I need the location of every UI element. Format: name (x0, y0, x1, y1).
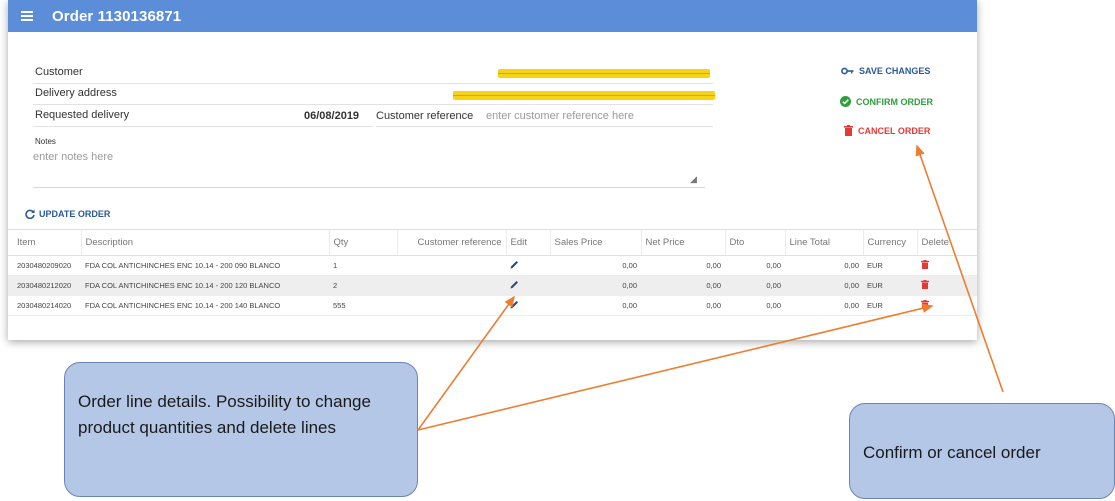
customer-label: Customer (35, 66, 83, 78)
requested-delivery-value[interactable]: 06/08/2019 (304, 110, 359, 122)
confirm-order-label: CONFIRM ORDER (856, 96, 933, 107)
qty-cell[interactable]: 2 (329, 275, 397, 296)
delete-trash-icon[interactable] (921, 280, 929, 291)
item-cell: 2030480212020 (8, 275, 81, 296)
refresh-icon (25, 209, 35, 219)
qty-cell[interactable]: 555 (329, 295, 397, 316)
order-lines-callout: Order line details. Possibility to chang… (64, 362, 418, 497)
customer-reference-cell (397, 295, 506, 316)
line-total-cell: 0,00 (785, 255, 863, 276)
customer-reference-label: Customer reference (376, 110, 474, 122)
order-window: Order 1130136871 Customer Delivery addre… (8, 0, 977, 340)
column-header-currency: Currency (862, 229, 917, 256)
save-changes-label: SAVE CHANGES (859, 66, 931, 76)
cancel-order-label: CANCEL ORDER (858, 125, 931, 136)
description-cell: FDA COL ANTICHINCHES ENC 10.14 - 200 140… (81, 295, 329, 316)
customer-reference-cell (397, 275, 506, 296)
sales-price-cell: 0,00 (550, 275, 641, 296)
column-header-qty: Qty (328, 229, 397, 256)
table-header-row: Item Description Qty Customer reference … (8, 229, 977, 256)
currency-cell: EUR (863, 255, 917, 276)
delivery-address-label: Delivery address (35, 87, 117, 99)
notes-label: Notes (35, 137, 56, 146)
trash-icon (844, 125, 853, 136)
column-header-item: Item (8, 229, 81, 256)
column-header-dto: Dto (724, 229, 785, 256)
update-order-label: UPDATE ORDER (39, 209, 111, 219)
dto-cell: 0,00 (725, 295, 785, 316)
update-order-button[interactable]: UPDATE ORDER (25, 209, 110, 219)
key-icon (841, 67, 854, 75)
dto-cell: 0,00 (725, 255, 785, 276)
customer-reference-cell (397, 255, 506, 276)
column-header-net-price: Net Price (640, 229, 725, 256)
table-row: 2030480209020 FDA COL ANTICHINCHES ENC 1… (8, 255, 977, 276)
description-cell: FDA COL ANTICHINCHES ENC 10.14 - 200 120… (81, 275, 329, 296)
confirm-cancel-callout-text: Confirm or cancel order (863, 443, 1041, 462)
notes-textarea[interactable] (33, 151, 705, 188)
net-price-cell: 0,00 (641, 255, 725, 276)
customer-reference-input[interactable] (486, 108, 706, 124)
column-header-line-total: Line Total (784, 229, 863, 256)
edit-pencil-icon[interactable] (510, 280, 519, 291)
column-header-sales-price: Sales Price (549, 229, 641, 256)
column-header-customer-reference: Customer reference (396, 229, 506, 256)
order-lines-table: Item Description Qty Customer reference … (8, 229, 977, 316)
delete-trash-icon[interactable] (921, 260, 929, 271)
sales-price-cell: 0,00 (550, 255, 641, 276)
table-row: 2030480212020 FDA COL ANTICHINCHES ENC 1… (8, 275, 977, 296)
top-app-bar: Order 1130136871 (8, 0, 977, 32)
hamburger-menu-icon[interactable] (12, 0, 42, 32)
column-header-edit: Edit (505, 229, 550, 256)
order-lines-callout-text: Order line details. Possibility to chang… (78, 392, 371, 437)
customer-row: Customer (33, 64, 713, 84)
cancel-order-button[interactable]: CANCEL ORDER (844, 125, 930, 136)
net-price-cell: 0,00 (641, 275, 725, 296)
save-changes-button[interactable]: SAVE CHANGES (841, 66, 930, 76)
line-total-cell: 0,00 (785, 295, 863, 316)
edit-pencil-icon[interactable] (510, 260, 519, 271)
currency-cell: EUR (863, 295, 917, 316)
textarea-resize-icon[interactable]: ◢ (690, 174, 697, 185)
table-row: 2030480214020 FDA COL ANTICHINCHES ENC 1… (8, 295, 977, 316)
item-cell: 2030480209020 (8, 255, 81, 276)
delivery-address-value-redacted (453, 91, 715, 100)
edit-pencil-icon[interactable] (510, 300, 519, 311)
sales-price-cell: 0,00 (550, 295, 641, 316)
description-cell: FDA COL ANTICHINCHES ENC 10.14 - 200 090… (81, 255, 329, 276)
column-header-delete: Delete (916, 229, 977, 256)
delivery-address-row: Delivery address (33, 85, 715, 105)
net-price-cell: 0,00 (641, 295, 725, 316)
item-cell: 2030480214020 (8, 295, 81, 316)
currency-cell: EUR (863, 275, 917, 296)
dto-cell: 0,00 (725, 275, 785, 296)
line-total-cell: 0,00 (785, 275, 863, 296)
page-title: Order 1130136871 (52, 7, 182, 25)
confirm-cancel-callout: Confirm or cancel order (849, 403, 1115, 499)
column-header-description: Description (80, 229, 329, 256)
requested-delivery-label: Requested delivery (35, 109, 130, 121)
delete-trash-icon[interactable] (921, 300, 929, 311)
customer-value-redacted (498, 69, 710, 78)
confirm-order-button[interactable]: CONFIRM ORDER (840, 96, 933, 107)
check-circle-icon (840, 96, 851, 107)
qty-cell[interactable]: 1 (329, 255, 397, 276)
